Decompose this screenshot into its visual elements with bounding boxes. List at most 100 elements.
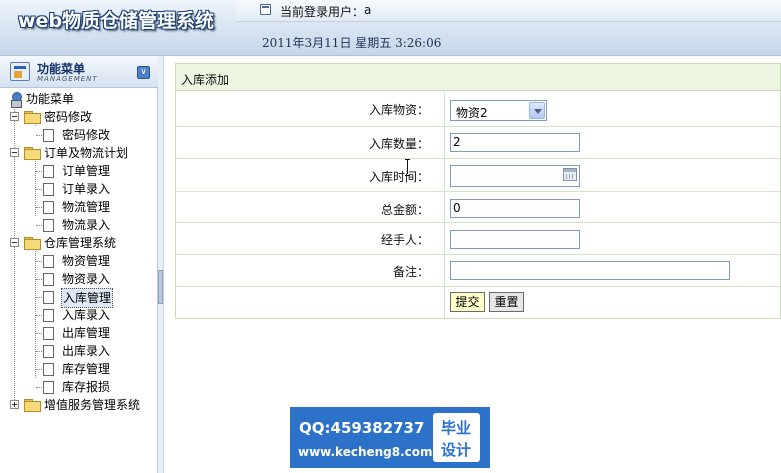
sidebar-splitter[interactable] (158, 56, 164, 473)
menu-subtitle: MANAGEMENT (37, 75, 98, 83)
tree-item[interactable]: 库存报损 (0, 378, 158, 396)
menu-header: 功能菜单 MANAGEMENT ∨ (0, 56, 158, 88)
stock-item-label: 入库物资： (368, 103, 429, 117)
tree-item-label: 入库录入 (62, 308, 111, 322)
form-label-cell: 经手人： (176, 223, 445, 254)
page-icon (43, 183, 54, 196)
tree-item-label: 库存报损 (62, 380, 111, 394)
folder-icon (24, 399, 41, 412)
current-datetime: 2011年3月11日 星期五 3:26:06 (262, 36, 442, 50)
tree-item[interactable]: 入库录入 (0, 306, 158, 324)
stock-in-form-panel: 入库添加 入库物资： 物资2 入库数量： 2 入库时间： 总金额： 0 经手人：… (175, 63, 781, 319)
tree-item-label: 入库管理 (61, 288, 114, 308)
tree-item-selected[interactable]: 入库管理 (0, 288, 158, 308)
collapse-icon[interactable] (10, 112, 19, 121)
panel-title: 入库添加 (181, 73, 230, 87)
page-icon (43, 363, 54, 376)
tree-group-password[interactable]: 密码修改 (0, 108, 158, 126)
panel-header: 入库添加 (176, 64, 780, 91)
tree-connector (36, 135, 42, 136)
tree-connector (36, 369, 42, 370)
form-label-cell: 入库数量： (176, 127, 445, 158)
watermark-badge: 毕业 设计 (433, 413, 480, 462)
remark-input[interactable] (450, 261, 730, 280)
tree-group-label: 密码修改 (44, 110, 93, 124)
tree-connector (36, 297, 42, 298)
double-chevron-down-icon[interactable]: ∨ (137, 66, 150, 79)
tree-item[interactable]: 物流录入 (0, 216, 158, 234)
tree-item[interactable]: 密码修改 (0, 126, 158, 144)
submit-button[interactable]: 提交 (450, 292, 485, 312)
quantity-input[interactable]: 2 (450, 133, 580, 152)
app-title: web物质仓储管理系统 (18, 10, 215, 32)
watermark-banner: QQ:459382737 www.kecheng8.com 毕业 设计 (290, 407, 490, 468)
form-label-cell: 备注： (176, 255, 445, 286)
tree-connector (36, 207, 42, 208)
tree-item[interactable]: 订单录入 (0, 180, 158, 198)
tree-item[interactable]: 出库管理 (0, 324, 158, 342)
watermark-badge-line1: 毕业 (441, 419, 472, 437)
tree-item[interactable]: 物资录入 (0, 270, 158, 288)
collapse-icon[interactable] (10, 148, 19, 157)
chevron-down-icon[interactable] (529, 102, 545, 119)
folder-open-icon (24, 147, 41, 160)
computer-icon (10, 92, 22, 108)
user-info-bar: 当前登录用户： a (236, 0, 781, 22)
tree-group-value-added[interactable]: 增值服务管理系统 (0, 396, 158, 414)
tree-item[interactable]: 库存管理 (0, 360, 158, 378)
tree-group-orders[interactable]: 订单及物流计划 (0, 144, 158, 162)
tree-group-warehouse[interactable]: 仓库管理系统 (0, 234, 158, 252)
page-icon (43, 129, 54, 142)
tree-item[interactable]: 出库录入 (0, 342, 158, 360)
in-time-label: 入库时间： (368, 170, 429, 184)
watermark-url: www.kecheng8.com (298, 445, 433, 459)
tree-item-label: 库存管理 (62, 362, 111, 376)
page-icon (43, 273, 54, 286)
form-row-quantity: 入库数量： 2 (176, 127, 780, 159)
form-row-total-amount: 总金额： 0 (176, 192, 780, 223)
total-amount-input[interactable]: 0 (450, 199, 580, 218)
text-cursor-icon (405, 159, 411, 176)
tree-connector (36, 189, 42, 190)
tree-connector (36, 333, 42, 334)
form-row-handler: 经手人： (176, 223, 780, 255)
page-icon (43, 291, 54, 304)
tree-group-label: 仓库管理系统 (44, 236, 117, 250)
expand-icon[interactable] (10, 400, 19, 409)
tree-connector (36, 387, 42, 388)
collapse-icon[interactable] (10, 238, 19, 247)
remark-label: 备注： (392, 265, 429, 279)
page-icon (43, 345, 54, 358)
form-row-actions: 提交 重置 (176, 287, 780, 318)
current-user-label: 当前登录用户： (280, 5, 365, 19)
tree-item[interactable]: 物流管理 (0, 198, 158, 216)
in-time-input[interactable] (450, 165, 580, 187)
top-header: web物质仓储管理系统 当前登录用户： a 2011年3月11日 星期五 3:2… (0, 0, 781, 56)
tree-item-label: 物资录入 (62, 272, 111, 286)
stock-item-select[interactable]: 物资2 (450, 100, 547, 121)
tree-item[interactable]: 物资管理 (0, 252, 158, 270)
sidebar: 功能菜单 MANAGEMENT ∨ 功能菜单 密码修改 密码修改 订单及物流计划… (0, 56, 158, 473)
total-amount-label: 总金额： (380, 203, 429, 217)
tree-item-label: 物流管理 (62, 200, 111, 214)
tree-connector (36, 171, 42, 172)
splitter-handle[interactable] (158, 270, 163, 304)
tree-item[interactable]: 订单管理 (0, 162, 158, 180)
form-label-cell: 入库物资： (176, 92, 445, 126)
form-label-cell (176, 287, 445, 318)
tree-item-label: 密码修改 (62, 128, 111, 142)
tree-connector (36, 279, 42, 280)
tree-item-label: 物资管理 (62, 254, 111, 268)
handler-input[interactable] (450, 230, 580, 249)
tree-connector (36, 261, 42, 262)
page-icon (43, 165, 54, 178)
folder-open-icon (24, 237, 41, 250)
tree-group-label: 订单及物流计划 (44, 146, 129, 160)
reset-button[interactable]: 重置 (489, 292, 524, 312)
current-user-name: a (364, 3, 372, 17)
calendar-icon[interactable] (563, 168, 577, 181)
tree-connector (36, 315, 42, 316)
tree-connector (36, 225, 42, 226)
page-icon (43, 201, 54, 214)
tree-item-label: 出库录入 (62, 344, 111, 358)
